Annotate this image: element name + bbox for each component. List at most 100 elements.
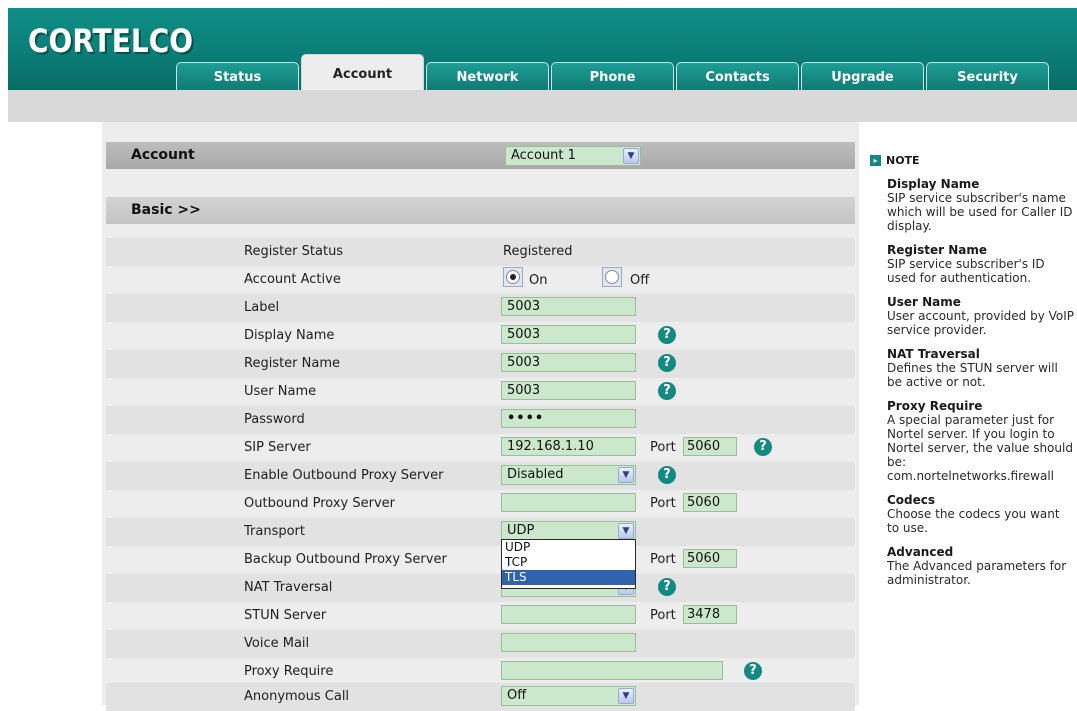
proxy-require-input[interactable] bbox=[501, 661, 723, 680]
help-icon[interactable]: ? bbox=[658, 578, 676, 596]
help-icon[interactable]: ? bbox=[754, 438, 772, 456]
basic-section-label: Basic >> bbox=[131, 202, 201, 218]
sip-server-input[interactable]: 192.168.1.10 bbox=[501, 437, 636, 456]
note-item: Codecs Choose the codecs you want to use… bbox=[870, 493, 1075, 535]
row-anonymous-call: Anonymous Call Off ▼ bbox=[106, 683, 855, 711]
transport-option-tls[interactable]: TLS bbox=[502, 570, 635, 585]
note-item-desc: A special parameter just for Nortel serv… bbox=[887, 413, 1073, 483]
row-display-name: Display Name 5003 ? bbox=[106, 322, 855, 350]
transport-label: Transport bbox=[244, 524, 306, 539]
chevron-down-icon: ▼ bbox=[618, 523, 634, 539]
backup-port-label: Port bbox=[650, 552, 676, 567]
row-register-status: Register Status Registered bbox=[106, 238, 855, 266]
register-name-label: Register Name bbox=[244, 356, 341, 371]
sub-header-band bbox=[8, 90, 1077, 122]
main-tabs: Status Account Network Phone Contacts Up… bbox=[176, 54, 1049, 98]
account-active-off-label: Off bbox=[630, 273, 650, 288]
note-item-desc: User account, provided by VoIP service p… bbox=[887, 309, 1075, 337]
cortelco-logo: CORTELCO bbox=[28, 22, 194, 60]
chevron-down-icon: ▼ bbox=[618, 688, 634, 704]
anonymous-call-select[interactable]: Off ▼ bbox=[501, 686, 636, 706]
basic-section-bar[interactable]: Basic >> bbox=[106, 197, 855, 224]
enable-outbound-proxy-label: Enable Outbound Proxy Server bbox=[244, 468, 444, 483]
account-settings-panel: Account Account 1 ▼ Basic >> Register St… bbox=[102, 122, 859, 711]
outbound-port-input[interactable]: 5060 bbox=[683, 493, 737, 512]
account-active-off-radio[interactable] bbox=[605, 270, 619, 284]
voice-mail-input[interactable] bbox=[501, 633, 636, 652]
outbound-proxy-input[interactable] bbox=[501, 493, 636, 512]
voice-mail-label: Voice Mail bbox=[244, 636, 310, 651]
note-item-title: Register Name bbox=[887, 243, 987, 257]
note-heading-text: NOTE bbox=[886, 154, 920, 167]
account-active-on-radio[interactable] bbox=[506, 270, 520, 284]
transport-option-udp[interactable]: UDP bbox=[502, 540, 635, 555]
help-icon[interactable]: ? bbox=[744, 662, 762, 680]
row-account-active: Account Active On Off bbox=[106, 266, 855, 294]
account-select-value: Account 1 bbox=[511, 148, 576, 163]
display-name-input[interactable]: 5003 bbox=[501, 325, 636, 344]
row-proxy-require: Proxy Require ? bbox=[106, 658, 855, 686]
note-item-desc: Defines the STUN server will be active o… bbox=[887, 361, 1058, 389]
transport-select[interactable]: UDP ▼ bbox=[501, 521, 636, 541]
proxy-require-label: Proxy Require bbox=[244, 664, 334, 679]
transport-option-tcp[interactable]: TCP bbox=[502, 555, 635, 570]
outbound-port-label: Port bbox=[650, 496, 676, 511]
row-backup-outbound-proxy: Backup Outbound Proxy Server Port 5060 bbox=[106, 546, 855, 574]
sip-port-label: Port bbox=[650, 440, 676, 455]
note-item-desc: SIP service subscriber's ID used for aut… bbox=[887, 257, 1045, 285]
stun-server-input[interactable] bbox=[501, 605, 636, 624]
note-arrow-icon: ▸ bbox=[870, 155, 881, 166]
register-status-value: Registered bbox=[503, 244, 573, 259]
sip-port-input[interactable]: 5060 bbox=[683, 437, 737, 456]
tab-account[interactable]: Account bbox=[301, 54, 424, 90]
row-outbound-proxy: Outbound Proxy Server Port 5060 bbox=[106, 490, 855, 518]
stun-port-input[interactable]: 3478 bbox=[683, 605, 737, 624]
row-label: Label 5003 bbox=[106, 294, 855, 322]
chevron-down-icon: ▼ bbox=[618, 467, 634, 483]
account-select[interactable]: Account 1 ▼ bbox=[505, 146, 641, 166]
note-item: User Name User account, provided by VoIP… bbox=[870, 295, 1075, 337]
backup-port-input[interactable]: 5060 bbox=[683, 549, 737, 568]
row-transport: Transport UDP ▼ bbox=[106, 518, 855, 546]
anonymous-call-label: Anonymous Call bbox=[244, 689, 350, 704]
note-item-title: NAT Traversal bbox=[887, 347, 980, 361]
user-name-input[interactable]: 5003 bbox=[501, 381, 636, 400]
row-register-name: Register Name 5003 ? bbox=[106, 350, 855, 378]
note-item-desc: Choose the codecs you want to use. bbox=[887, 507, 1060, 535]
row-nat-traversal: NAT Traversal ▼ ? bbox=[106, 574, 855, 602]
register-name-input[interactable]: 5003 bbox=[501, 353, 636, 372]
enable-outbound-proxy-select[interactable]: Disabled ▼ bbox=[501, 465, 636, 485]
note-item-title: Advanced bbox=[887, 545, 954, 559]
outbound-proxy-label: Outbound Proxy Server bbox=[244, 496, 396, 511]
nat-traversal-label: NAT Traversal bbox=[244, 580, 333, 595]
stun-server-label: STUN Server bbox=[244, 608, 327, 623]
label-field-label: Label bbox=[244, 300, 280, 315]
help-icon[interactable]: ? bbox=[658, 382, 676, 400]
register-status-label: Register Status bbox=[244, 244, 344, 259]
help-icon[interactable]: ? bbox=[658, 354, 676, 372]
sip-server-label: SIP Server bbox=[244, 440, 311, 455]
stun-port-label: Port bbox=[650, 608, 676, 623]
help-icon[interactable]: ? bbox=[658, 466, 676, 484]
transport-value: UDP bbox=[507, 523, 535, 538]
label-input[interactable]: 5003 bbox=[501, 297, 636, 316]
note-item: Register Name SIP service subscriber's I… bbox=[870, 243, 1075, 285]
account-bar-label: Account bbox=[131, 147, 195, 163]
note-item-title: Display Name bbox=[887, 177, 980, 191]
transport-dropdown-list: UDP TCP TLS bbox=[501, 539, 636, 589]
password-input[interactable]: •••• bbox=[501, 409, 636, 428]
help-icon[interactable]: ? bbox=[658, 326, 676, 344]
password-label: Password bbox=[244, 412, 305, 427]
row-enable-outbound-proxy: Enable Outbound Proxy Server Disabled ▼ … bbox=[106, 462, 855, 490]
note-item-title: Proxy Require bbox=[887, 399, 983, 413]
note-item: Display Name SIP service subscriber's na… bbox=[870, 177, 1075, 233]
row-stun-server: STUN Server Port 3478 bbox=[106, 602, 855, 630]
account-active-on-label: On bbox=[529, 273, 548, 288]
note-item-title: Codecs bbox=[887, 493, 936, 507]
row-user-name: User Name 5003 ? bbox=[106, 378, 855, 406]
note-item: NAT Traversal Defines the STUN server wi… bbox=[870, 347, 1075, 389]
user-name-label: User Name bbox=[244, 384, 317, 399]
backup-outbound-proxy-label: Backup Outbound Proxy Server bbox=[244, 552, 447, 567]
note-panel: ▸ NOTE Display Name SIP service subscrib… bbox=[870, 150, 1075, 587]
display-name-label: Display Name bbox=[244, 328, 335, 343]
